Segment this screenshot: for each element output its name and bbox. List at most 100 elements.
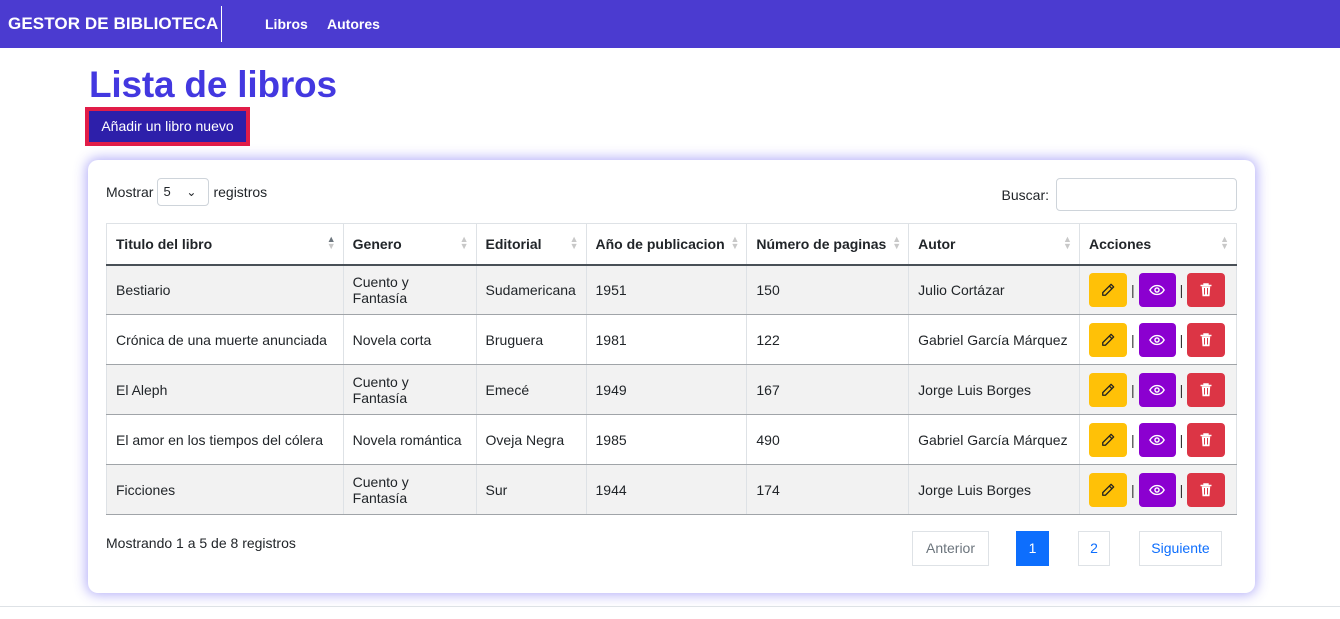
pagination-page-1[interactable]: 1 <box>1016 531 1049 566</box>
delete-button[interactable] <box>1187 322 1226 357</box>
sort-icon: ▲ ▼ <box>459 234 469 251</box>
table-cell: Novela romántica <box>342 414 477 465</box>
actions-cell: | | <box>1078 264 1238 315</box>
action-separator: | <box>1179 431 1184 448</box>
delete-button[interactable] <box>1187 422 1226 457</box>
view-button[interactable] <box>1138 372 1176 407</box>
table-body: Bestiario Cuento y Fantasía Sudamericana 19… <box>106 264 1238 515</box>
column-header-label: Editorial <box>485 235 542 252</box>
edit-button[interactable] <box>1088 472 1127 507</box>
table-cell: 1944 <box>585 464 748 515</box>
table-cell: Sur <box>475 464 587 515</box>
add-book-button-highlight: Añadir un libro nuevo <box>85 107 250 146</box>
table-row: Bestiario Cuento y Fantasía Sudamericana 19… <box>106 264 1238 315</box>
column-header[interactable]: Año de publicacion ▲ ▼ <box>585 223 748 266</box>
table-cell: Oveja Negra <box>475 414 587 465</box>
pagination-next[interactable]: Siguiente <box>1139 531 1222 566</box>
table-cell: Sudamericana <box>475 264 587 315</box>
table-row: El amor en los tiempos del cólera Novela … <box>106 414 1238 465</box>
action-separator: | <box>1179 381 1184 398</box>
table-cell: El amor en los tiempos del cólera <box>106 414 344 465</box>
delete-button[interactable] <box>1187 472 1226 507</box>
chevron-down-icon: ⌄ <box>186 185 197 199</box>
records-label: registros <box>213 184 268 200</box>
books-table: Titulo del libro ▲ ▼ Genero ▲ ▼ Editorial ▲ ▼ Año… <box>106 223 1238 515</box>
column-header[interactable]: Titulo del libro ▲ ▼ <box>106 223 344 266</box>
view-button[interactable] <box>1138 422 1176 457</box>
pagination-previous[interactable]: Anterior <box>912 531 989 566</box>
eye-icon <box>1149 433 1166 447</box>
action-separator: | <box>1130 481 1135 498</box>
table-cell: 174 <box>746 464 910 515</box>
table-row: Crónica de una muerte anunciada Novela co… <box>106 314 1238 365</box>
column-header[interactable]: Editorial ▲ ▼ <box>475 223 587 266</box>
sort-icon: ▲ ▼ <box>326 234 336 251</box>
view-button[interactable] <box>1138 322 1176 357</box>
action-separator: | <box>1130 431 1135 448</box>
column-header[interactable]: Número de paginas ▲ ▼ <box>746 223 910 266</box>
action-separator: | <box>1179 281 1184 298</box>
show-label: Mostrar <box>106 184 154 200</box>
top-navbar: GESTOR DE BIBLIOTECA Libros Autores <box>0 0 1340 48</box>
nav-link-autores[interactable]: Autores <box>327 0 380 48</box>
table-cell: Crónica de una muerte anunciada <box>106 314 344 365</box>
delete-button[interactable] <box>1187 372 1226 407</box>
table-cell: 490 <box>746 414 910 465</box>
table-cell: Cuento y Fantasía <box>342 364 477 415</box>
edit-button[interactable] <box>1088 372 1127 407</box>
table-row: Ficciones Cuento y Fantasía Sur 1944 174 Jorg… <box>106 464 1238 515</box>
column-header[interactable]: Autor ▲ ▼ <box>908 223 1080 266</box>
table-cell: Novela corta <box>342 314 477 365</box>
search-input[interactable] <box>1056 178 1237 211</box>
page-length-control: Mostrar 5 ⌄ registros <box>106 178 267 206</box>
sort-icon: ▲ ▼ <box>569 234 579 251</box>
table-cell: 122 <box>746 314 910 365</box>
sort-icon: ▲ ▼ <box>892 234 902 251</box>
table-cell: Gabriel García Márquez <box>908 314 1080 365</box>
page-length-select[interactable]: 5 ⌄ <box>157 178 210 206</box>
table-cell: Bruguera <box>475 314 587 365</box>
table-cell: Gabriel García Márquez <box>908 414 1080 465</box>
table-cell: Emecé <box>475 364 587 415</box>
column-header[interactable]: Genero ▲ ▼ <box>342 223 477 266</box>
table-cell: Cuento y Fantasía <box>342 464 477 515</box>
trash-icon <box>1200 382 1212 397</box>
table-header-row: Titulo del libro ▲ ▼ Genero ▲ ▼ Editorial ▲ ▼ Año… <box>106 223 1238 266</box>
column-header[interactable]: Acciones ▲ ▼ <box>1078 223 1238 266</box>
trash-icon <box>1200 283 1212 297</box>
table-cell: Jorge Luis Borges <box>908 364 1080 415</box>
eye-icon <box>1149 283 1166 297</box>
column-header-label: Autor <box>918 235 956 252</box>
table-cell: 1981 <box>585 314 748 365</box>
nav-link-libros[interactable]: Libros <box>265 0 308 48</box>
eye-icon <box>1149 483 1166 497</box>
action-separator: | <box>1179 481 1184 498</box>
edit-button[interactable] <box>1088 272 1127 307</box>
table-info: Mostrando 1 a 5 de 8 registros <box>106 535 296 551</box>
table-row: El Aleph Cuento y Fantasía Emecé 1949 167 Jor… <box>106 364 1238 415</box>
view-button[interactable] <box>1138 472 1176 507</box>
sort-icon: ▲ ▼ <box>1220 234 1229 251</box>
search-control: Buscar: <box>1002 178 1237 211</box>
edit-button[interactable] <box>1088 322 1127 357</box>
view-button[interactable] <box>1138 272 1176 307</box>
app-brand[interactable]: GESTOR DE BIBLIOTECA <box>8 0 218 48</box>
add-book-button[interactable]: Añadir un libro nuevo <box>89 111 246 142</box>
footer-divider <box>0 606 1340 607</box>
nav-divider <box>221 6 222 42</box>
pencil-icon <box>1101 283 1115 297</box>
action-separator: | <box>1179 331 1184 348</box>
table-cell: Jorge Luis Borges <box>908 464 1080 515</box>
delete-button[interactable] <box>1187 272 1226 307</box>
trash-icon <box>1200 482 1212 497</box>
pagination-page-2[interactable]: 2 <box>1078 531 1110 566</box>
actions-cell: | | <box>1078 314 1238 365</box>
edit-button[interactable] <box>1088 422 1127 457</box>
table-cell: Ficciones <box>106 464 344 515</box>
action-separator: | <box>1130 381 1135 398</box>
eye-icon <box>1149 383 1166 397</box>
column-header-label: Acciones <box>1088 235 1152 252</box>
table-cell: Bestiario <box>106 264 344 315</box>
table-cell: 150 <box>746 264 910 315</box>
page-title: Lista de libros <box>89 64 337 105</box>
